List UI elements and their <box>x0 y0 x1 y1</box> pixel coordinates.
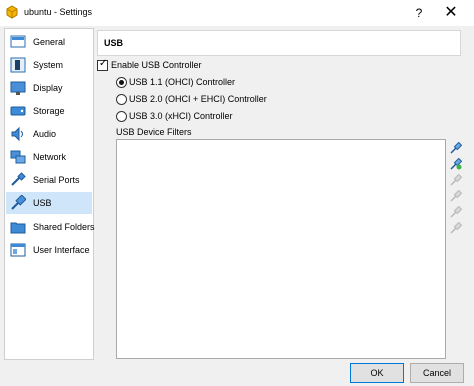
virtualbox-app-icon <box>6 5 18 19</box>
cancel-button[interactable]: Cancel <box>410 363 464 383</box>
section-header: USB <box>97 30 461 56</box>
sidebar-item-label: Storage <box>33 106 65 116</box>
remove-filter-icon[interactable] <box>450 190 462 202</box>
sidebar-item-storage[interactable]: Storage <box>6 100 92 122</box>
sidebar-item-shared-folders[interactable]: Shared Folders <box>6 216 95 238</box>
usb-2-0-radio[interactable] <box>116 94 127 105</box>
network-icon <box>10 150 26 164</box>
usb-3-0-label: USB 3.0 (xHCI) Controller <box>129 111 233 121</box>
sidebar-item-network[interactable]: Network <box>6 146 92 168</box>
sidebar-item-serial-ports[interactable]: Serial Ports <box>6 169 92 191</box>
sidebar-item-system[interactable]: System <box>6 54 92 76</box>
move-down-icon[interactable] <box>450 222 462 234</box>
system-icon <box>10 57 26 73</box>
edit-filter-icon[interactable] <box>450 174 462 186</box>
window-title: ubuntu - Settings <box>24 7 93 17</box>
title-bar: ubuntu - Settings ? ✕ <box>0 0 474 26</box>
user-interface-icon <box>10 243 26 257</box>
sidebar-item-general[interactable]: General <box>6 31 92 53</box>
sidebar-item-label: System <box>33 60 64 70</box>
radio-selected-dot <box>119 80 124 85</box>
shared-folders-icon <box>10 222 26 234</box>
sidebar-item-label: Audio <box>33 129 57 139</box>
sidebar-item-label: Network <box>33 152 67 162</box>
general-icon <box>10 35 26 48</box>
storage-icon <box>10 106 26 116</box>
sidebar-item-usb[interactable]: USB <box>6 192 92 214</box>
sidebar-item-label: Display <box>33 83 63 93</box>
sidebar-item-label: USB <box>33 198 52 208</box>
audio-icon <box>11 126 23 142</box>
usb-3-0-radio[interactable] <box>116 111 127 122</box>
help-button[interactable]: ? <box>410 4 428 22</box>
ok-button[interactable]: OK <box>350 363 404 383</box>
add-filter-from-device-icon[interactable] <box>450 158 462 170</box>
display-icon <box>10 81 26 95</box>
usb-1-1-label: USB 1.1 (OHCI) Controller <box>129 77 236 87</box>
checkmark-icon: ✓ <box>99 58 108 69</box>
sidebar-item-label: Serial Ports <box>33 175 80 185</box>
usb-2-0-label: USB 2.0 (OHCI + EHCI) Controller <box>129 94 267 104</box>
sidebar-item-audio[interactable]: Audio <box>6 123 92 145</box>
usb-device-filters-label: USB Device Filters <box>116 127 192 137</box>
serial-ports-icon <box>11 172 26 186</box>
sidebar-item-label: User Interface <box>33 245 90 255</box>
close-button[interactable]: ✕ <box>441 4 461 22</box>
sidebar-item-display[interactable]: Display <box>6 77 92 99</box>
page-title: USB <box>104 38 124 48</box>
sidebar-item-label: General <box>33 37 66 47</box>
add-empty-filter-icon[interactable] <box>450 142 462 154</box>
sidebar-item-user-interface[interactable]: User Interface <box>6 239 92 261</box>
sidebar-item-label: Shared Folders <box>33 222 95 232</box>
enable-usb-checkbox[interactable]: ✓ <box>97 58 108 71</box>
settings-sidebar: General System Display Storage Audio Net… <box>4 28 95 360</box>
usb-1-1-radio[interactable] <box>116 77 127 88</box>
enable-usb-label: Enable USB Controller <box>111 60 202 70</box>
move-up-icon[interactable] <box>450 206 462 218</box>
usb-icon <box>11 195 26 210</box>
usb-device-filters-list[interactable] <box>116 139 446 359</box>
